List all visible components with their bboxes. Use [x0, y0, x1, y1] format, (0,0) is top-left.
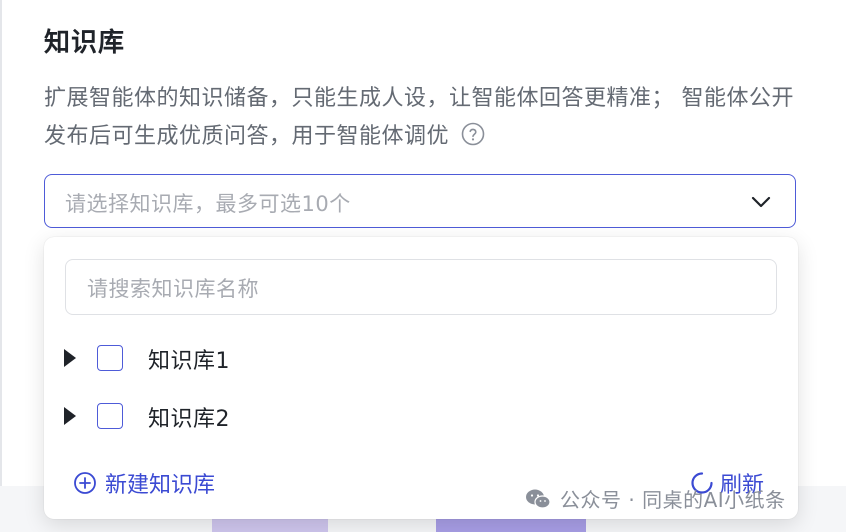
search-input[interactable]: 请搜索知识库名称 [65, 259, 777, 315]
wechat-icon [526, 489, 551, 509]
plus-circle-icon [74, 472, 96, 494]
select-placeholder: 请选择知识库，最多可选10个 [65, 192, 351, 216]
knowledge-base-select[interactable]: 请选择知识库，最多可选10个 [44, 174, 796, 228]
section-title: 知识库 [44, 28, 126, 58]
search-placeholder: 请搜索知识库名称 [87, 277, 259, 301]
tree-item-knowledge-base-1[interactable]: 知识库1 [64, 341, 664, 377]
tree-item-knowledge-base-2[interactable]: 知识库2 [64, 399, 664, 435]
knowledge-base-dropdown: 请搜索知识库名称 知识库1 知识库2 新建知识库 刷新 [44, 237, 798, 519]
chevron-down-icon[interactable] [749, 190, 773, 214]
create-knowledge-base-label: 新建知识库 [105, 473, 216, 498]
checkbox[interactable] [97, 345, 123, 371]
caret-right-icon[interactable] [64, 407, 76, 425]
section-description: 扩展智能体的知识储备，只能生成人设，让智能体回答更精准； 智能体公开发布后可生成… [44, 80, 804, 156]
tree-item-label: 知识库1 [148, 349, 230, 374]
checkbox[interactable] [97, 403, 123, 429]
watermark-text: 公众号 · 同桌的AI小纸条 [560, 488, 786, 512]
caret-right-icon[interactable] [64, 349, 76, 367]
create-knowledge-base-button[interactable]: 新建知识库 [73, 469, 216, 498]
help-circle-icon[interactable] [461, 122, 485, 146]
watermark: 公众号 · 同桌的AI小纸条 [524, 484, 786, 513]
left-divider [0, 0, 2, 532]
description-text: 扩展智能体的知识储备，只能生成人设，让智能体回答更精准； 智能体公开发布后可生成… [44, 86, 794, 149]
tree-item-label: 知识库2 [148, 407, 230, 432]
